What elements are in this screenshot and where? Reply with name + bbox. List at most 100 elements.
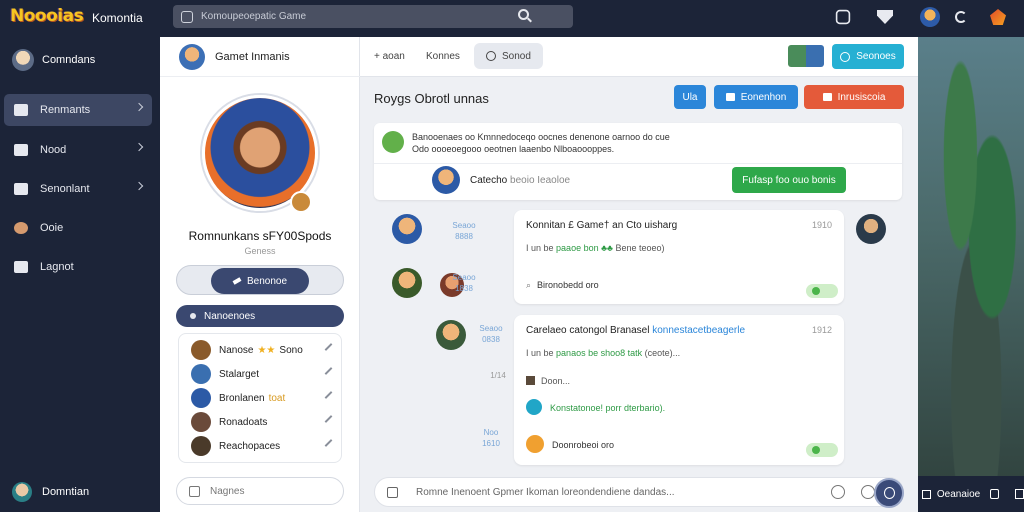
sidebar-item-nood[interactable]: Nood xyxy=(4,134,152,166)
group-avatar[interactable] xyxy=(788,45,824,67)
send-button[interactable] xyxy=(874,478,904,508)
avatar xyxy=(12,482,32,502)
search-input[interactable]: Komoupeoepatic Game xyxy=(201,11,306,22)
message-highlight: paaoe bon xyxy=(556,243,599,253)
edit-icon[interactable] xyxy=(324,367,333,375)
chat-bubble-icon[interactable] xyxy=(861,485,875,499)
app-logo[interactable]: Noooias xyxy=(10,6,84,26)
sidebar-user[interactable]: Comndans xyxy=(12,49,95,71)
message-card[interactable]: Carelaeo catongol Branasel konnestacetbe… xyxy=(514,315,844,465)
reply-line: Doonrobeoi oro xyxy=(526,435,614,453)
top-action-button[interactable]: Seonoes xyxy=(832,44,904,69)
room-button-label: Eonenhon xyxy=(740,91,787,103)
mail-icon xyxy=(14,183,28,195)
room-button-3[interactable]: Inrusiscoia xyxy=(804,85,904,109)
follow-button[interactable]: Fufasp foo ouo bonis xyxy=(732,167,846,193)
shield-icon[interactable] xyxy=(877,10,893,24)
user-avatar[interactable] xyxy=(920,7,940,27)
edit-icon[interactable] xyxy=(324,439,333,447)
mention-text[interactable]: Konstatonoe! porr dterbario). xyxy=(550,403,665,413)
sidebar-item-lagnot[interactable]: Lagnot xyxy=(4,251,152,283)
avatar xyxy=(191,412,211,432)
divider xyxy=(374,163,902,164)
artwork-footer: Oeanaioe xyxy=(918,476,1024,512)
edit-icon[interactable] xyxy=(324,415,333,423)
notice-user[interactable]: Catecho beoio Ieaoloe xyxy=(470,175,570,186)
avatar[interactable] xyxy=(856,214,886,244)
sidebar-item-senonlant[interactable]: Senonlant xyxy=(4,173,152,205)
notice-line-2: Odo oooeoegooo oeotnen laaenbo Nlboaooop… xyxy=(412,144,615,154)
notice-line-1: Banooenaes oo Kmnnedoceqo oocnes denenon… xyxy=(412,132,670,142)
composer-input[interactable]: Romne Inenoent Gpmer Ikoman loreondendie… xyxy=(416,487,675,498)
list-item[interactable]: Bronlanen toat xyxy=(191,388,337,408)
edit-icon[interactable] xyxy=(324,391,333,399)
sidebar: Comndans Renmants Nood Senonlant Ooie La… xyxy=(0,37,160,512)
search-bar[interactable]: Komoupeoepatic Game xyxy=(173,5,573,28)
tab-add[interactable]: + aoan xyxy=(374,43,405,69)
image-icon xyxy=(526,376,535,385)
list-item[interactable]: Ronadoats xyxy=(191,412,337,432)
avatar-icon xyxy=(14,222,28,234)
list-item[interactable]: Reachopaces xyxy=(191,436,337,456)
message-meta: Seaoo 8888 xyxy=(452,221,476,241)
square-icon xyxy=(922,489,931,499)
friends-header[interactable]: Nanoenoes xyxy=(176,305,344,327)
message-composer[interactable]: Romne Inenoent Gpmer Ikoman loreondendie… xyxy=(374,477,904,507)
profile-subtitle: Geness xyxy=(244,246,276,256)
gem-icon[interactable] xyxy=(990,9,1006,25)
message-title-text: Carelaeo catongol Branasel xyxy=(526,325,650,336)
flag-icon xyxy=(822,93,832,101)
avatar xyxy=(432,166,460,194)
message-icon xyxy=(189,485,200,497)
reaction-pill[interactable] xyxy=(806,284,838,298)
avatar xyxy=(191,364,211,384)
attach-icon[interactable] xyxy=(387,486,398,498)
room-button-1[interactable]: Ula xyxy=(674,85,706,109)
message-highlight: panaos be shoo8 tatk xyxy=(556,348,643,358)
sidebar-user-name: Comndans xyxy=(42,54,96,66)
message-card[interactable]: Konnitan £ Game† an Cto uisharg 1910 I u… xyxy=(514,210,844,304)
settings-icon[interactable] xyxy=(835,9,851,25)
sidebar-item-label: Lagnot xyxy=(40,261,74,273)
friend-name: Ronadoats xyxy=(219,416,268,428)
avatar[interactable] xyxy=(392,268,422,298)
profile-action-toggle[interactable]: Benonoe xyxy=(176,265,344,295)
tab-label: Sonod xyxy=(502,50,531,62)
refresh-icon[interactable] xyxy=(955,11,967,23)
follow-button-label: Fufasp foo ouo bonis xyxy=(742,174,836,186)
list-item[interactable]: Nanose ★★ Sono xyxy=(191,340,337,360)
gamepad-icon xyxy=(181,10,193,23)
mention-icon xyxy=(526,399,542,415)
avatar xyxy=(12,49,34,71)
emoji-icon[interactable] xyxy=(831,485,845,499)
message-line: I un be paaoe bon ♣♣ Bene teoeo) xyxy=(526,243,664,253)
star-icon: ★★ xyxy=(257,344,276,356)
friend-name: Stalarget xyxy=(219,368,260,380)
tab-konnes[interactable]: Konnes xyxy=(426,43,460,69)
friend-tag: toat xyxy=(268,392,286,404)
reply-text: Bironobedd oro xyxy=(537,280,599,290)
sidebar-footer-user[interactable]: Domntian xyxy=(12,482,89,502)
profile-message-input[interactable]: Nagnes xyxy=(176,477,344,505)
app-name: Komontia xyxy=(92,11,143,25)
list-item[interactable]: Stalarget xyxy=(191,364,337,384)
message-line-2-text: Doon... xyxy=(541,376,571,386)
edit-icon[interactable] xyxy=(324,343,333,351)
reaction-pill[interactable] xyxy=(806,443,838,457)
bookmark-icon[interactable] xyxy=(1015,489,1024,499)
tab-sonod[interactable]: Sonod xyxy=(474,43,543,69)
leaf-icon: ♣♣ xyxy=(601,243,613,253)
search-icon[interactable] xyxy=(518,9,529,20)
avatar[interactable] xyxy=(436,320,466,350)
chat-area: + aoan Konnes Sonod Seonoes Roygs Obrotl… xyxy=(360,37,918,512)
message-title-link[interactable]: konnestacetbeagerle xyxy=(652,325,745,336)
share-icon[interactable] xyxy=(990,489,1000,499)
artwork-label[interactable]: Oeanaioe xyxy=(937,489,980,500)
sidebar-item-renmants[interactable]: Renmants xyxy=(4,94,152,126)
profile-action-button[interactable]: Benonoe xyxy=(211,268,309,294)
list-icon xyxy=(725,93,735,101)
sidebar-item-ooie[interactable]: Ooie xyxy=(4,212,152,244)
room-button-2[interactable]: Eonenhon xyxy=(714,85,798,109)
avatar[interactable] xyxy=(392,214,422,244)
friend-tag: Sono xyxy=(279,344,303,356)
